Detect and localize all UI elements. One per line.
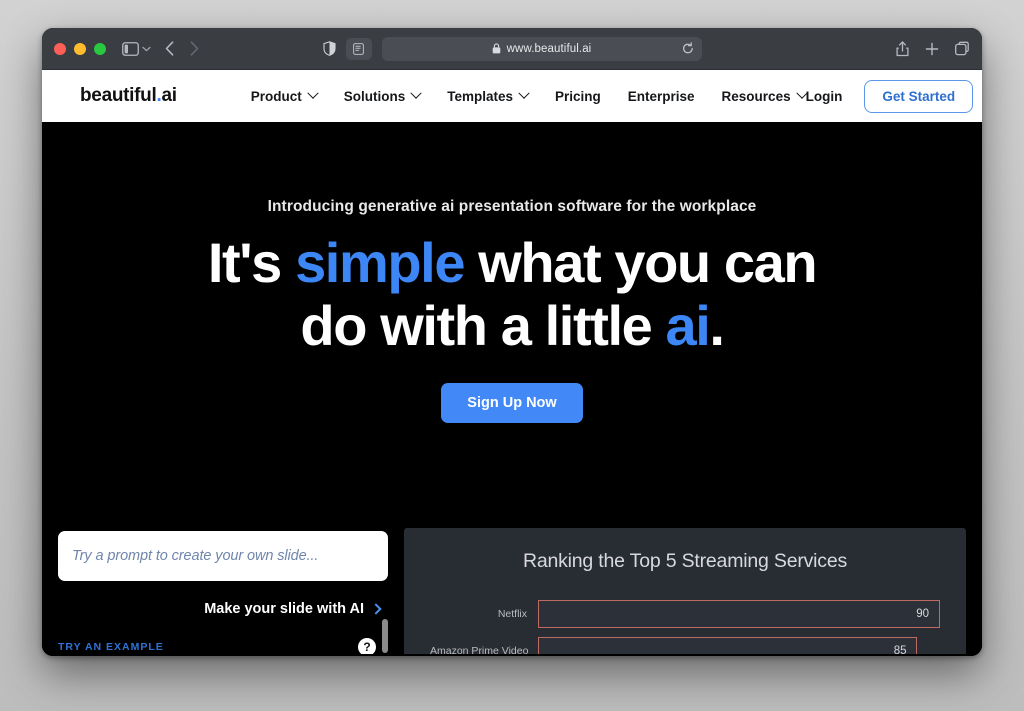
nav-label: Product [250,88,302,104]
demo-area: Try a prompt to create your own slide...… [42,528,982,656]
chart-row: Netflix 90 [430,600,940,628]
maximize-window-button[interactable] [94,42,106,55]
chevron-right-icon [370,603,382,615]
bar-label: Netflix [497,608,527,620]
nav-label: Enterprise [627,88,695,104]
plus-icon[interactable] [925,42,939,56]
bar-track: 90 [538,600,940,628]
headline-line2-part1: with a little [380,293,666,357]
slide-title: Ranking the Top 5 Streaming Services [522,550,848,572]
lock-icon [492,43,501,54]
address-bar-url: www.beautiful.ai [506,42,592,55]
headline-highlight-simple: simple [295,231,465,294]
nav-item-solutions[interactable]: Solutions [343,87,422,104]
headline-line1-part1: It's [207,231,296,294]
headline-line2-part2: . [709,293,725,357]
prompt-input[interactable]: Try a prompt to create your own slide... [58,531,388,581]
page-viewport: beautiful.ai Product Solutions Templates… [42,70,982,656]
hero-headline: It's simple what you can do with a littl… [42,231,982,357]
bar: 90 [538,600,940,628]
minimize-window-button[interactable] [74,42,86,55]
header-actions: Login Get Started [806,79,974,113]
try-an-example-link[interactable]: TRY AN EXAMPLE [58,641,164,653]
make-slide-label: Make your slide with AI [204,601,364,617]
bar-value: 90 [916,608,929,620]
nav-label: Resources [721,88,791,104]
tab-overview-icon[interactable] [955,41,970,56]
chevron-down-icon [307,87,319,99]
forward-arrow-icon[interactable] [190,41,199,56]
nav-label: Templates [447,88,513,104]
login-link[interactable]: Login [806,89,843,104]
reader-mode-icon[interactable] [345,37,372,60]
toolbar-right-group [896,40,970,57]
close-window-button[interactable] [54,42,66,55]
back-arrow-icon[interactable] [165,41,174,56]
share-icon[interactable] [896,40,909,57]
hero-eyebrow: Introducing generative ai presentation s… [267,198,757,215]
sidebar-icon[interactable] [122,41,139,56]
browser-window: www.beautiful.ai beautiful.ai Product So… [42,28,982,656]
nav-item-pricing[interactable]: Pricing [555,89,601,104]
shield-icon[interactable] [322,41,336,56]
chevron-down-icon [410,87,422,99]
make-slide-button[interactable]: Make your slide with AI [58,601,388,617]
site-header: beautiful.ai Product Solutions Templates… [42,70,982,122]
chevron-down-icon [518,87,530,99]
prompt-pane: Try a prompt to create your own slide...… [58,528,388,656]
hero-section: Introducing generative ai presentation s… [42,122,982,656]
viewport-cutoff [42,654,982,656]
slide-preview[interactable]: Ranking the Top 5 Streaming Services Net… [404,528,966,656]
site-logo[interactable]: beautiful.ai [80,85,177,107]
nav-label: Pricing [555,88,601,104]
logo-text-part2: ai [161,85,177,106]
bar-chart: Netflix 90 Amazon Prime Video 85 [430,600,940,656]
prompt-placeholder: Try a prompt to create your own slide... [72,548,319,564]
browser-toolbar: www.beautiful.ai [42,28,982,70]
nav-item-resources[interactable]: Resources [721,87,808,104]
nav-item-product[interactable]: Product [250,87,319,104]
get-started-button[interactable]: Get Started [864,79,974,113]
logo-text-part1: beautiful [80,85,157,106]
sign-up-now-button[interactable]: Sign Up Now [441,383,583,424]
sidebar-chevron-down-icon[interactable] [142,46,151,52]
pane-scrollbar[interactable] [382,619,388,653]
headline-highlight-ai: ai [665,293,711,357]
navigation-arrows [165,41,199,56]
main-navigation: Product Solutions Templates Pricing Ente… [250,87,808,104]
window-controls [54,42,106,55]
nav-item-enterprise[interactable]: Enterprise [628,89,695,104]
address-bar[interactable]: www.beautiful.ai [381,36,702,61]
reload-icon[interactable] [682,42,694,55]
sidebar-controls [122,41,151,56]
nav-item-templates[interactable]: Templates [447,87,530,104]
nav-label: Solutions [343,88,406,104]
